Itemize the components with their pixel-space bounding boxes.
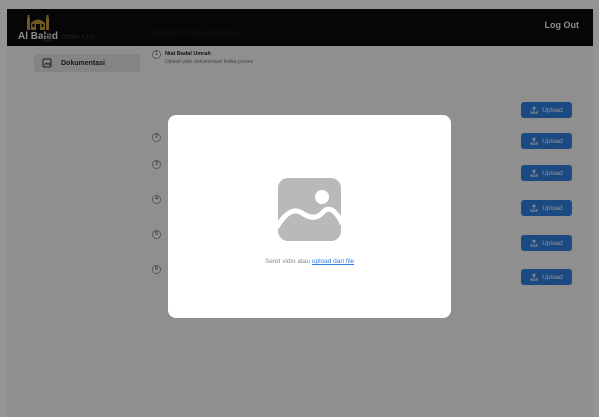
image-placeholder-icon[interactable] bbox=[274, 178, 345, 241]
drop-instruction: Seret vidio atau upload dari file bbox=[168, 258, 451, 265]
drop-text: Seret vidio atau bbox=[264, 258, 311, 265]
upload-from-file-link[interactable]: upload dari file bbox=[312, 258, 354, 265]
upload-modal: Seret vidio atau upload dari file bbox=[168, 115, 451, 318]
